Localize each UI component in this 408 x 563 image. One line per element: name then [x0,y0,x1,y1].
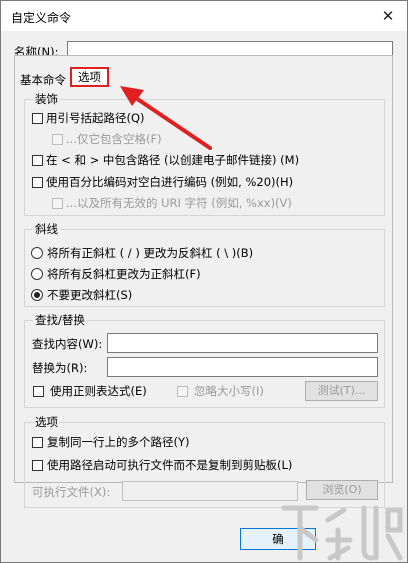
title-bar: 自定义命令 ✕ [1,1,407,31]
quote-paths-checkbox[interactable] [32,113,43,124]
tab-basic-command[interactable]: 基本命令 [20,72,66,88]
only-spaces-checkbox[interactable] [52,134,63,145]
ignore-case-checkbox[interactable] [177,386,188,397]
launch-exe-checkbox[interactable] [32,460,43,471]
invalid-uri-label: ...以及所有无效的 URI 字符 (例如, %xx)(V) [66,196,292,210]
watermark-logo-icon [281,505,403,561]
radio-to-backslash[interactable] [31,247,43,259]
browse-button[interactable]: 浏览(O) [306,480,378,500]
launch-exe-label: 使用路径启动可执行文件而不是复制到剪贴板(L) [47,458,293,472]
invalid-uri-checkbox[interactable] [52,198,63,209]
decoration-legend: 装饰 [35,92,58,106]
slash-legend: 斜线 [35,222,58,236]
percent-encode-label: 使用百分比编码对空白进行编码 (例如, %20)(H) [46,175,294,189]
tab-options[interactable]: 选项 [70,67,109,87]
window-title: 自定义命令 [11,11,72,25]
copy-multiple-checkbox[interactable] [32,437,43,448]
percent-encode-checkbox[interactable] [32,177,43,188]
find-replace-legend: 查找/替换 [35,313,85,327]
find-label: 查找内容(W): [32,337,103,351]
radio-no-change[interactable] [31,289,43,301]
to-forward-slash-label: 将所有反斜杠更改为正斜杠(F) [47,267,201,281]
copy-multiple-label: 复制同一行上的多个路径(Y) [47,435,190,449]
close-icon[interactable]: ✕ [379,7,397,25]
regex-checkbox[interactable] [33,386,44,397]
no-change-label: 不要更改斜杠(S) [47,288,133,302]
regex-label: 使用正则表达式(E) [50,384,147,398]
angle-brackets-checkbox[interactable] [32,155,43,166]
replace-input[interactable] [107,357,378,377]
to-backslash-label: 将所有正斜杠 ( / ) 更改为反斜杠 ( \ )(B) [47,246,254,260]
annotation-arrow-icon [120,86,212,150]
options-legend: 选项 [35,415,58,429]
exe-label: 可执行文件(X): [32,485,111,499]
test-button[interactable]: 测试(T)... [305,381,378,401]
replace-label: 替换为(R): [32,361,88,375]
radio-to-forward-slash[interactable] [31,268,43,280]
exe-input[interactable] [122,481,298,501]
find-input[interactable] [107,333,378,353]
ignore-case-label: 忽略大小写(I) [194,384,264,398]
